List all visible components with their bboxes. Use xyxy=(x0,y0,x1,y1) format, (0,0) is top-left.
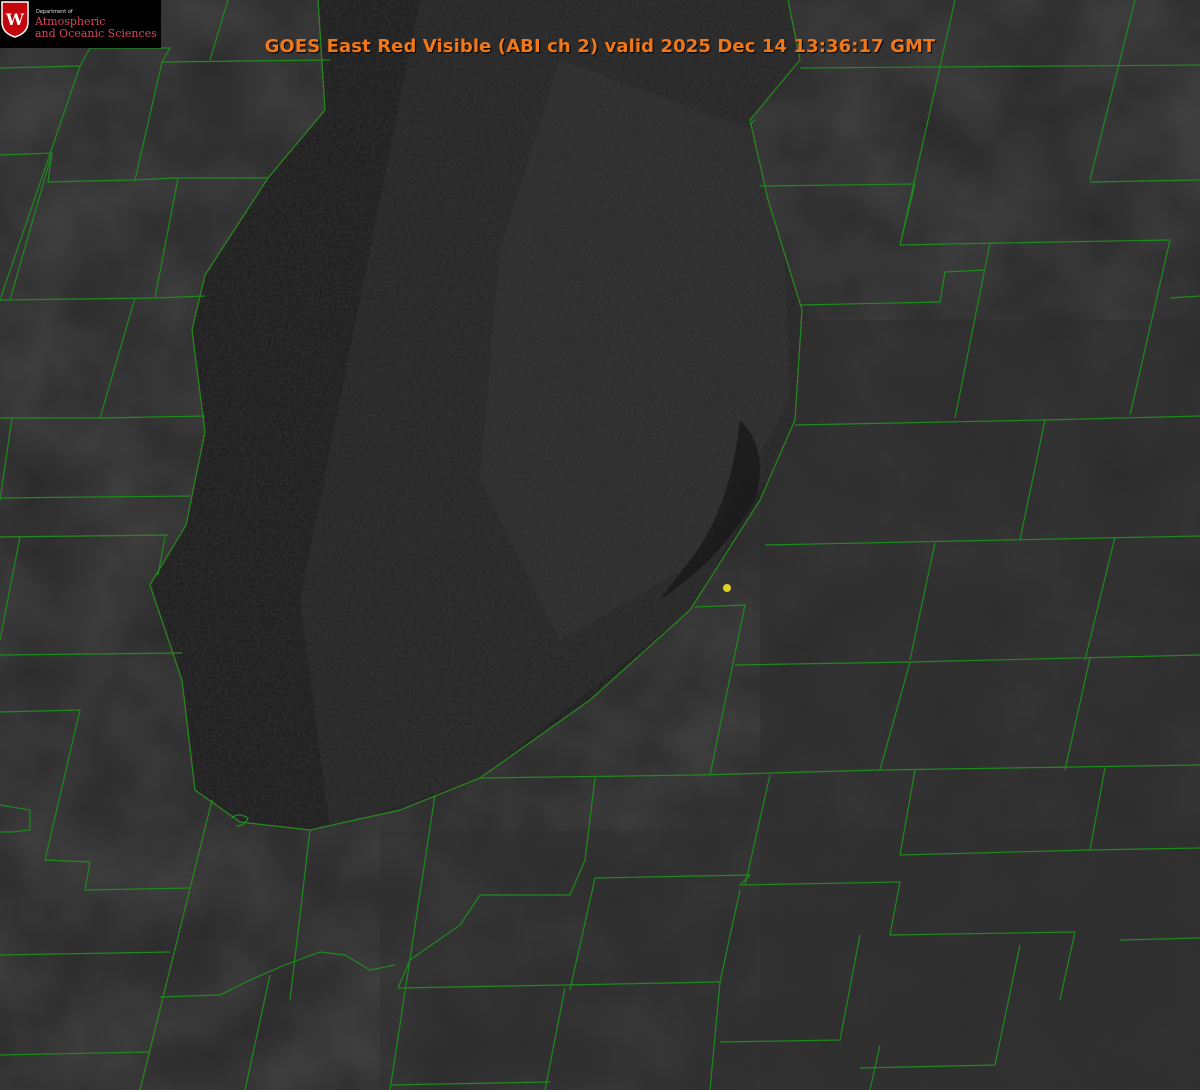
station-marker xyxy=(723,584,731,592)
svg-text:W: W xyxy=(5,10,25,29)
satellite-map: W Department of Atmospheric and Oceanic … xyxy=(0,0,1200,1090)
image-title: GOES East Red Visible (ABI ch 2) valid 2… xyxy=(264,36,936,57)
uw-crest-icon: W xyxy=(1,1,29,38)
map-layers xyxy=(0,0,1200,1090)
